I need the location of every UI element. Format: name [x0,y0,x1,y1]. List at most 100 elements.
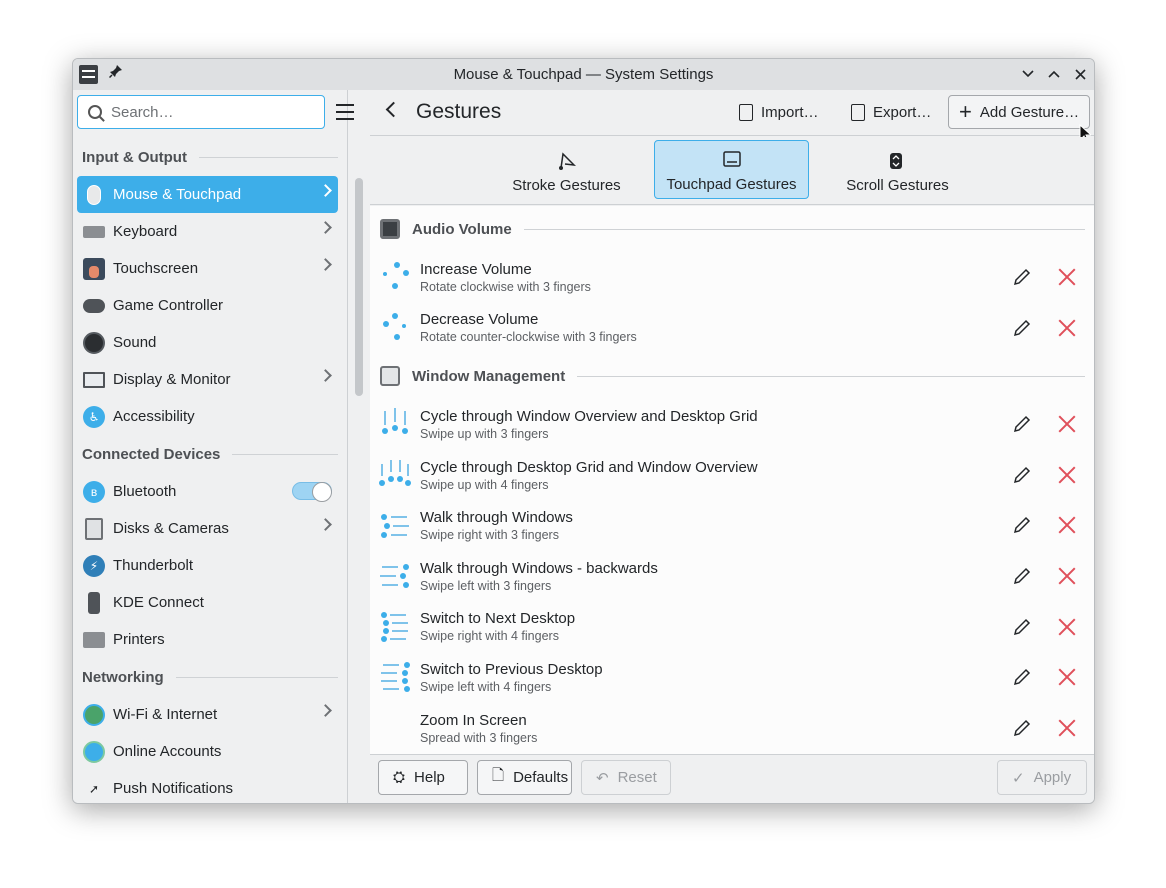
gesture-title: Zoom In Screen [420,711,527,729]
sidebar-item-label: KDE Connect [113,594,204,611]
speaker-icon [83,331,105,354]
sidebar-item-printers[interactable]: Printers [77,621,338,658]
edit-icon[interactable] [1012,617,1034,639]
push-icon: ➚ [88,781,100,796]
sidebar-item-game-controller[interactable]: Game Controller [77,287,338,324]
window-title: Mouse & Touchpad — System Settings [453,66,714,83]
chevron-right-icon [319,258,332,271]
gesture-title: Switch to Previous Desktop [420,660,603,678]
delete-icon[interactable] [1056,464,1078,486]
edit-icon[interactable] [1012,515,1034,537]
sidebar-item-kde-connect[interactable]: KDE Connect [77,584,338,621]
footer-bar: ⛭ Help 🗋 Defaults ↶ Reset ✓ Apply [370,754,1094,803]
delete-icon[interactable] [1056,266,1078,288]
sidebar-item-label: Disks & Cameras [113,520,229,537]
bluetooth-icon: ʙ [83,480,105,503]
title-bar[interactable]: Mouse & Touchpad — System Settings [73,59,1094,90]
undo-icon: ↶ [596,769,609,787]
gesture-title: Walk through Windows [420,509,573,527]
search-box[interactable] [77,95,325,129]
export-button[interactable]: Export… [841,95,941,129]
edit-icon[interactable] [1012,718,1034,740]
delete-icon[interactable] [1056,666,1078,688]
sidebar-item-label: Game Controller [113,297,224,314]
mouse-icon [87,184,101,205]
edit-icon[interactable] [1012,667,1034,689]
gesture-subtitle: Swipe left with 3 fingers [420,578,552,593]
sidebar-item-label: Sound [113,334,157,351]
sidebar-item-touchscreen[interactable]: Touchscreen [77,250,338,287]
sidebar-item-label: Printers [113,631,165,648]
tab-stroke-gestures[interactable]: Stroke Gestures [489,140,644,199]
sidebar-item-keyboard[interactable]: Keyboard [77,213,338,250]
sidebar-item-label: Touchscreen [113,260,199,277]
gesture-row[interactable]: Increase Volume Rotate clockwise with 3 … [370,252,1094,303]
window-icon [380,366,400,387]
add-gesture-button[interactable]: + Add Gesture… [948,95,1091,129]
search-input[interactable] [111,103,311,121]
import-button[interactable]: Import… [729,95,829,129]
delete-icon[interactable] [1056,413,1078,435]
speaker-icon [380,219,400,239]
delete-icon[interactable] [1056,616,1078,638]
gesture-row[interactable]: Walk through Windows Swipe right with 3 … [370,500,1094,551]
edit-icon[interactable] [1012,267,1034,289]
edit-icon[interactable] [1012,318,1034,340]
sidebar-item-sound[interactable]: Sound [77,324,338,361]
sidebar-item-disks-cameras[interactable]: Disks & Cameras [77,510,338,547]
close-button[interactable] [1069,63,1091,85]
sidebar-item-wifi-internet[interactable]: Wi-Fi & Internet [77,696,338,733]
group-header-window-management: Window Management [370,353,1094,399]
gesture-row[interactable]: Zoom In Screen Spread with 3 fingers [370,703,1094,754]
sidebar-item-thunderbolt[interactable]: ⚡ Thunderbolt [77,547,338,584]
sidebar-item-online-accounts[interactable]: Online Accounts [77,733,338,770]
defaults-button[interactable]: 🗋 Defaults [477,760,572,795]
sidebar-item-label: Push Notifications [113,780,234,797]
scroll-icon [889,152,907,169]
help-icon: ⛭ [393,769,406,786]
maximize-button[interactable] [1043,63,1065,85]
hamburger-menu-button[interactable] [336,104,354,120]
sidebar-item-label: Thunderbolt [113,557,194,574]
chevron-right-icon [319,369,332,382]
sidebar-scrollbar[interactable] [355,178,363,396]
gesture-row[interactable]: Switch to Previous Desktop Swipe left wi… [370,652,1094,703]
sidebar-nav: Input & Output Mouse & Touchpad Keyboard… [73,138,343,803]
sidebar-item-bluetooth[interactable]: ʙ Bluetooth [77,473,338,510]
delete-icon[interactable] [1056,717,1078,739]
accessibility-icon: ♿ [83,405,105,428]
sidebar-item-display-monitor[interactable]: Display & Monitor [77,361,338,398]
edit-icon[interactable] [1012,465,1034,487]
minimize-button[interactable] [1017,63,1039,85]
gesture-title: Increase Volume [420,260,532,278]
sidebar-item-accessibility[interactable]: ♿ Accessibility [77,398,338,435]
thunderbolt-icon: ⚡ [83,554,105,577]
help-button[interactable]: ⛭ Help [378,760,468,795]
apply-button[interactable]: ✓ Apply [997,760,1087,795]
sidebar-item-push-notifications[interactable]: ➚ Push Notifications [77,770,338,803]
reset-button[interactable]: ↶ Reset [581,760,671,795]
gesture-subtitle: Spread with 3 fingers [420,730,538,745]
gesture-row[interactable]: Switch to Next Desktop Swipe right with … [370,602,1094,653]
gesture-row[interactable]: Cycle through Window Overview and Deskto… [370,399,1094,450]
sidebar-item-mouse-touchpad[interactable]: Mouse & Touchpad [77,176,338,213]
bluetooth-toggle[interactable] [292,482,332,502]
edit-icon[interactable] [1012,414,1034,436]
delete-icon[interactable] [1056,514,1078,536]
gesture-row[interactable]: Walk through Windows - backwards Swipe l… [370,551,1094,602]
sidebar-item-label: Wi-Fi & Internet [113,706,218,723]
gesture-row[interactable]: Cycle through Desktop Grid and Window Ov… [370,450,1094,501]
sidebar-item-label: Keyboard [113,223,178,240]
chevron-right-icon [319,704,332,717]
delete-icon[interactable] [1056,317,1078,339]
swipe-right-4-icon [380,611,412,643]
section-header-networking: Networking [73,658,343,696]
delete-icon[interactable] [1056,565,1078,587]
edit-icon[interactable] [1012,566,1034,588]
tab-touchpad-gestures[interactable]: Touchpad Gestures [654,140,809,199]
page-header: Gestures Import… Export… + Add Gesture… [370,90,1094,144]
back-button[interactable] [385,101,402,118]
swipe-right-3-icon [380,510,412,542]
tab-scroll-gestures[interactable]: Scroll Gestures [820,140,975,199]
gesture-row[interactable]: Decrease Volume Rotate counter-clockwise… [370,303,1094,354]
